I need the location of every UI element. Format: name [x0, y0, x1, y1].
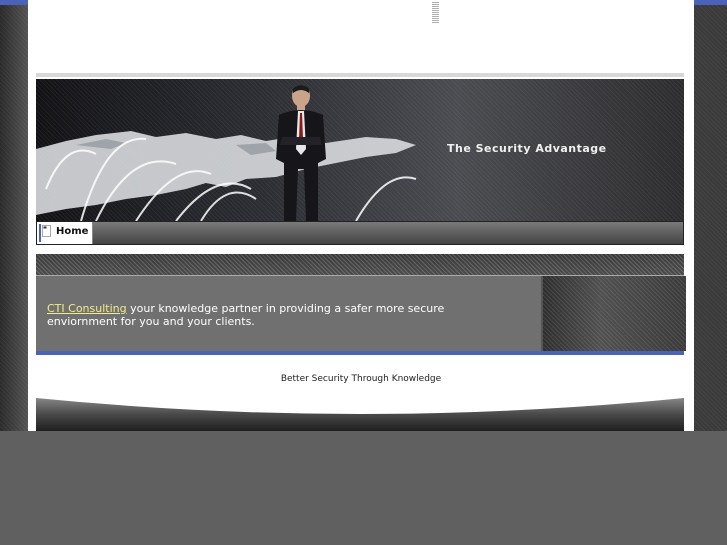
nav-item-home-label: Home — [56, 226, 89, 237]
footer-slogan: Better Security Through Knowledge — [280, 374, 442, 384]
page-icon — [42, 225, 51, 237]
header-banner: The Security Advantage — [36, 79, 684, 221]
header-divider — [36, 73, 684, 77]
banner-tagline: The Security Advantage — [447, 142, 607, 155]
footer-wave — [36, 396, 684, 431]
scroll-indicator[interactable] — [432, 2, 439, 24]
intro-text: CTI Consulting your knowledge partner in… — [47, 302, 517, 328]
presenter-figure — [276, 85, 326, 221]
accent-stripe-left — [0, 0, 28, 5]
section-header-hatch — [36, 254, 684, 276]
section-divider — [36, 351, 684, 355]
nav-item-home[interactable]: Home — [37, 222, 93, 244]
side-panel — [541, 276, 686, 351]
active-indicator — [39, 224, 41, 242]
page-container: The Security Advantage Home CTI Consulti… — [28, 0, 694, 431]
intro-section: CTI Consulting your knowledge partner in… — [36, 254, 686, 351]
cti-consulting-link[interactable]: CTI Consulting — [47, 302, 127, 315]
main-navigation: Home — [36, 221, 684, 245]
accent-stripe-right — [693, 0, 727, 5]
